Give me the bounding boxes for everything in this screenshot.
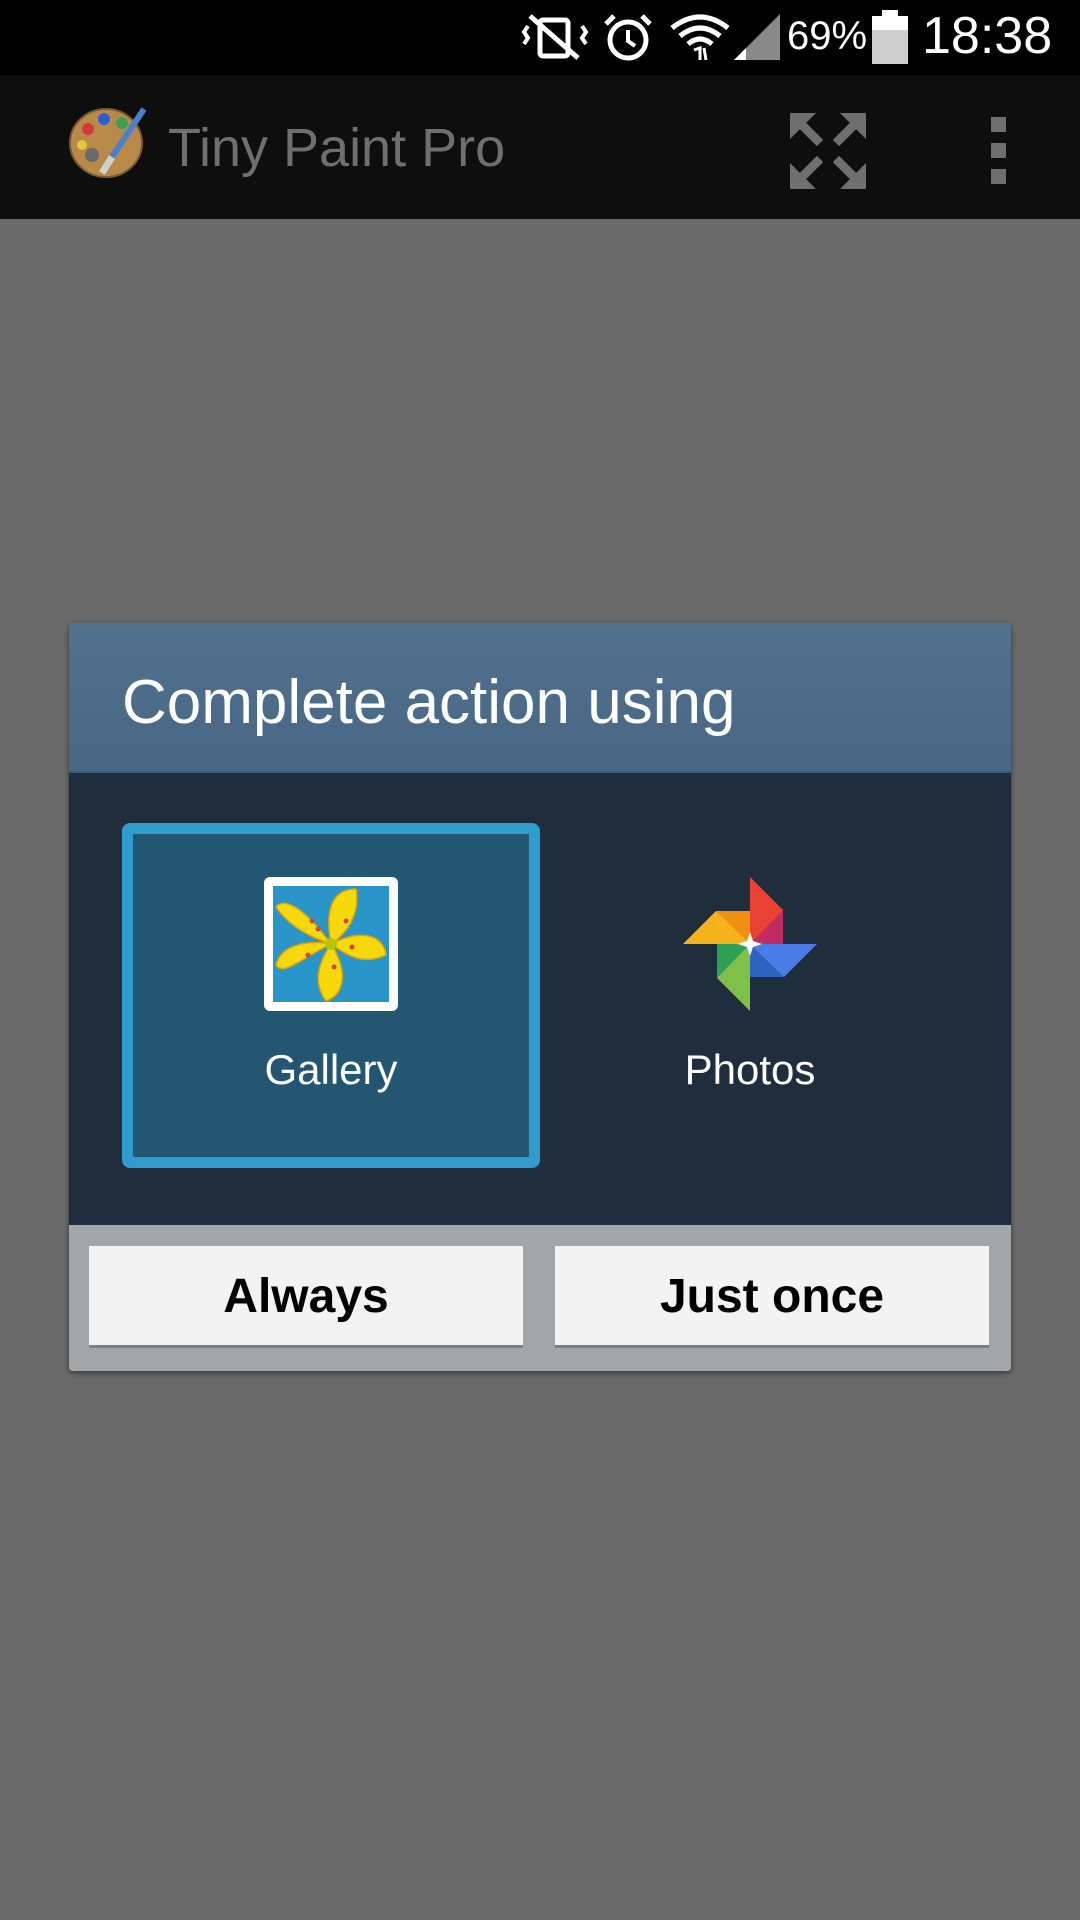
action-bar: Tiny Paint Pro (0, 75, 1080, 219)
just-once-button[interactable]: Just once (555, 1246, 989, 1348)
photos-option[interactable]: Photos (541, 823, 959, 1168)
vibrate-off-icon (521, 14, 589, 60)
dialog-title: Complete action using (122, 668, 736, 737)
screen: 69% 18:38 Tiny Paint Pro Complete action… (0, 0, 1080, 1920)
status-bar: 69% 18:38 (0, 0, 1080, 75)
signal-icon (734, 14, 780, 60)
fullscreen-icon[interactable] (790, 113, 866, 189)
photos-label: Photos (684, 1046, 816, 1093)
dialog-header: Complete action using (69, 623, 1011, 773)
always-button[interactable]: Always (89, 1246, 523, 1348)
chooser-dialog: Complete action using Gallery Photos Alw… (69, 623, 1011, 1371)
overflow-menu-icon[interactable] (968, 105, 1028, 195)
photos-pinwheel-icon (683, 877, 817, 1011)
battery-percent: 69% (787, 14, 868, 58)
battery-icon (872, 10, 908, 64)
app-title: Tiny Paint Pro (168, 118, 506, 178)
wifi-icon (670, 14, 730, 61)
dialog-button-bar: Always Just once (69, 1225, 1011, 1371)
gallery-icon (264, 877, 398, 1011)
gallery-option[interactable]: Gallery (122, 823, 540, 1168)
app-options-grid: Gallery Photos (69, 773, 1011, 1225)
gallery-label: Gallery (264, 1046, 398, 1093)
clock: 18:38 (922, 7, 1053, 65)
alarm-icon (604, 14, 652, 61)
palette-app-icon (69, 107, 147, 178)
